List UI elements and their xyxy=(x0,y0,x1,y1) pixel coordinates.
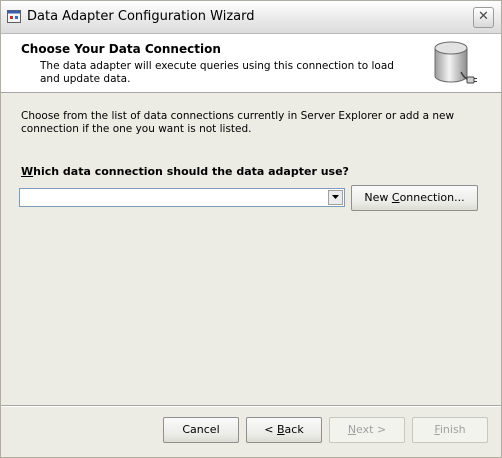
connection-question-label: Which data connection should the data ad… xyxy=(21,165,349,178)
header-subtitle: The data adapter will execute queries us… xyxy=(40,60,394,85)
database-connection-icon xyxy=(431,40,477,88)
window-title: Data Adapter Configuration Wizard xyxy=(27,9,255,24)
new-connection-button[interactable]: New Connection... xyxy=(351,185,478,211)
next-button[interactable]: Next > xyxy=(329,417,405,443)
back-prefix: < xyxy=(264,423,277,436)
new-connection-accel: C xyxy=(391,191,400,204)
next-accel: N xyxy=(347,423,357,436)
finish-rest: inish xyxy=(439,423,466,436)
question-accel: W xyxy=(21,165,34,178)
back-button[interactable]: < Back xyxy=(246,417,322,443)
title-bar[interactable]: Data Adapter Configuration Wizard ✕ xyxy=(1,1,501,34)
back-rest: ack xyxy=(284,423,304,436)
wizard-window: Data Adapter Configuration Wizard ✕ Choo… xyxy=(0,0,502,458)
close-icon: ✕ xyxy=(478,9,489,24)
app-icon xyxy=(7,10,21,23)
new-connection-rest: onnection... xyxy=(399,191,465,204)
new-connection-prefix: New xyxy=(364,191,392,204)
back-accel: B xyxy=(277,423,285,436)
next-rest: ext > xyxy=(356,423,387,436)
close-button[interactable]: ✕ xyxy=(473,7,494,28)
question-rest: hich data connection should the data ada… xyxy=(33,165,349,178)
wizard-header: Choose Your Data Connection The data ada… xyxy=(1,34,501,93)
description-text: Choose from the list of data connections… xyxy=(21,110,455,135)
footer-divider xyxy=(1,405,501,407)
connection-select[interactable] xyxy=(19,188,345,207)
cancel-button[interactable]: Cancel xyxy=(163,417,239,443)
header-title: Choose Your Data Connection xyxy=(21,42,221,56)
finish-button[interactable]: Finish xyxy=(412,417,488,443)
chevron-down-icon[interactable] xyxy=(328,190,343,205)
